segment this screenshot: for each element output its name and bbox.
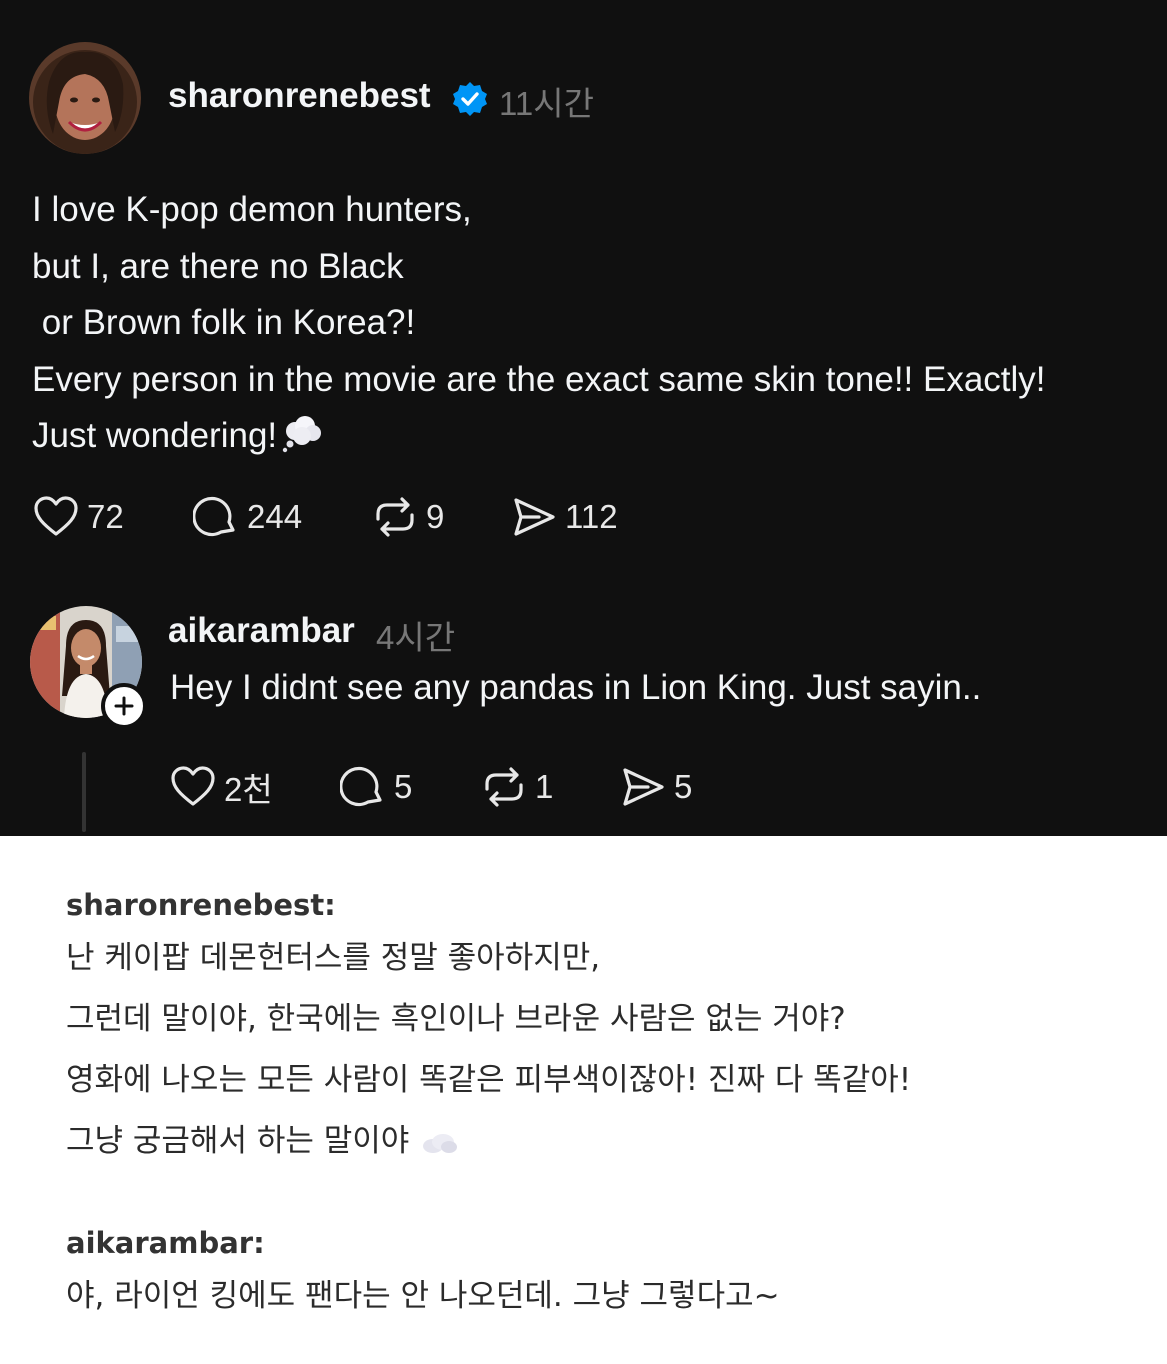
- post-body: I love K-pop demon hunters, but I, are t…: [32, 182, 1157, 465]
- reply-repost-button[interactable]: 1: [481, 762, 553, 812]
- translation-line: 그런데 말이야, 한국에는 흑인이나 브라운 사람은 없는 거야?: [66, 1001, 846, 1037]
- reply-body: Hey I didnt see any pandas in Lion King.…: [170, 668, 982, 707]
- threads-screenshot: sharonrenebest 11시간 I love K-pop demon h…: [0, 0, 1167, 836]
- post-time: 11시간: [499, 85, 594, 122]
- translation-line: 그냥 궁금해서 하는 말이야: [66, 1123, 410, 1159]
- post-like-count: 72: [87, 498, 124, 535]
- post-line: Every person in the movie are the exact …: [32, 359, 1046, 399]
- translation-reply: aikarambar: 야, 라이언 킹에도 팬다는 안 나오던데. 그냥 그렇…: [66, 1226, 780, 1327]
- post-comment-count: 244: [247, 498, 303, 535]
- reply-username[interactable]: aikarambar: [168, 611, 355, 651]
- reply-share-button[interactable]: 5: [620, 762, 692, 812]
- plus-icon: [114, 696, 134, 716]
- reply-time: 4시간: [376, 619, 456, 656]
- cloud-icon: [419, 1115, 459, 1176]
- heart-icon: [171, 766, 215, 806]
- post-username[interactable]: sharonrenebest: [168, 76, 431, 116]
- post-line: or Brown folk in Korea?!: [32, 303, 416, 342]
- thread-line: [82, 752, 86, 832]
- post-repost-button[interactable]: 9: [372, 492, 444, 542]
- post-share-button[interactable]: 112: [511, 492, 618, 542]
- share-icon: [514, 498, 555, 536]
- translation-line: 영화에 나오는 모든 사람이 똑같은 피부색이잖아! 진짜 다 똑같아!: [66, 1062, 912, 1098]
- reply-share-count: 5: [674, 768, 693, 805]
- reply-comment-button[interactable]: 5: [340, 762, 412, 812]
- share-icon: [623, 768, 664, 806]
- translation-post-name: sharonrenebest:: [66, 888, 336, 922]
- reply-comment-count: 5: [394, 768, 413, 805]
- comment-icon: [340, 766, 382, 807]
- heart-icon: [34, 496, 78, 536]
- post-line: I love K-pop demon hunters,: [32, 190, 472, 229]
- post-avatar[interactable]: [29, 42, 141, 154]
- post-repost-count: 9: [426, 498, 445, 535]
- post-line: Just wondering!: [32, 416, 278, 455]
- translation-post: sharonrenebest: 난 케이팝 데몬헌터스를 정말 좋아하지만, 그…: [66, 888, 911, 1176]
- translation-line: 야, 라이언 킹에도 팬다는 안 나오던데. 그냥 그렇다고~: [66, 1278, 780, 1314]
- repost-icon: [376, 497, 414, 537]
- reply-repost-count: 1: [535, 768, 554, 805]
- reply-like-count: 2천: [224, 771, 273, 808]
- comment-icon: [193, 496, 235, 537]
- verified-badge-icon: [451, 80, 489, 123]
- translation-panel: sharonrenebest: 난 케이팝 데몬헌터스를 정말 좋아하지만, 그…: [0, 836, 1167, 1364]
- translation-reply-name: aikarambar:: [66, 1226, 265, 1260]
- follow-plus-button[interactable]: [101, 683, 147, 729]
- post-share-count: 112: [565, 498, 618, 535]
- reply-like-button[interactable]: 2천: [170, 762, 273, 812]
- post-line: but I, are there no Black: [32, 246, 404, 286]
- post-comment-button[interactable]: 244: [193, 492, 302, 542]
- thought-balloon-icon: [281, 413, 323, 471]
- repost-icon: [485, 767, 523, 807]
- translation-line: 난 케이팝 데몬헌터스를 정말 좋아하지만,: [66, 940, 601, 976]
- post-like-button[interactable]: 72: [33, 492, 124, 542]
